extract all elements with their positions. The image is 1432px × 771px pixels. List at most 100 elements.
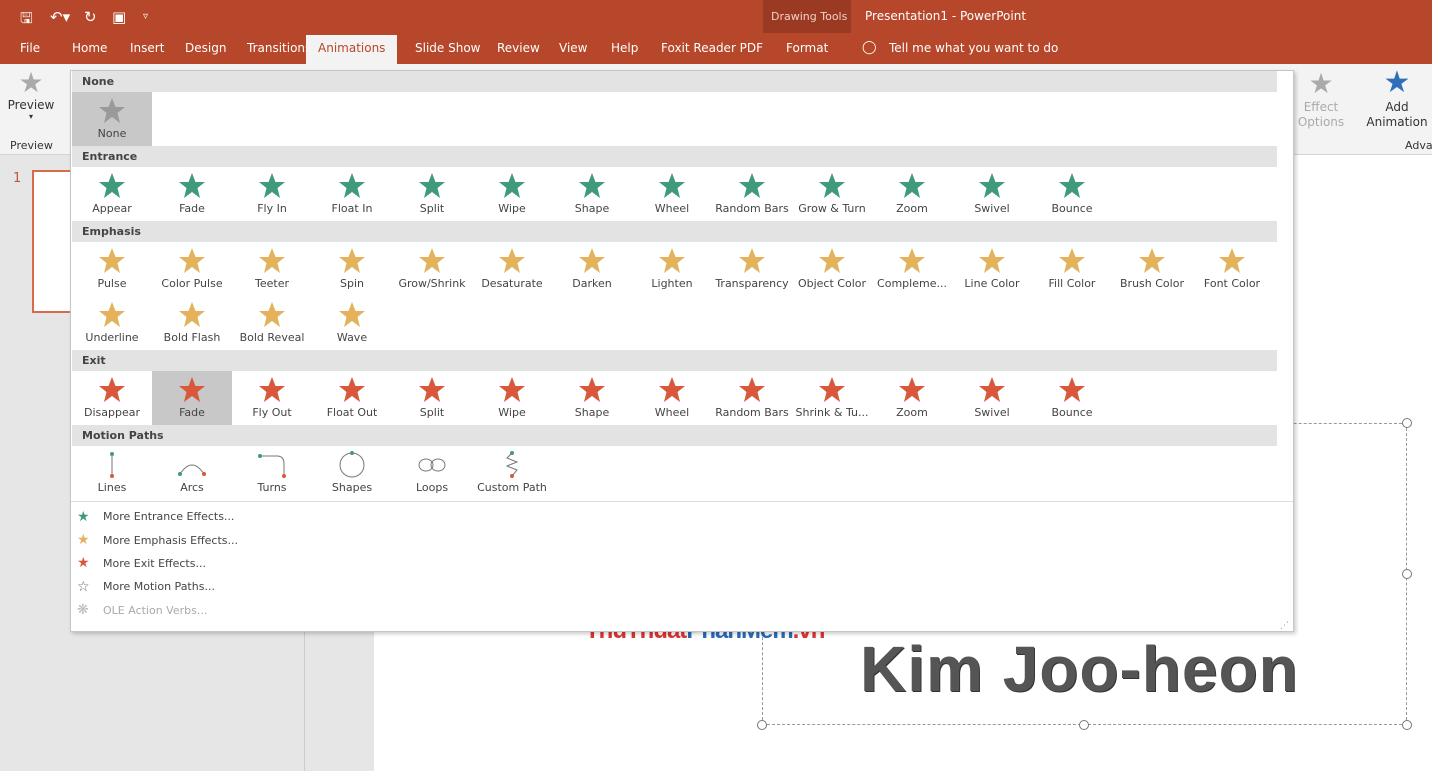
exit-effect-wipe[interactable]: Wipe	[472, 371, 552, 425]
exit-effect-fly-out[interactable]: Fly Out	[232, 371, 312, 425]
effect-label: Fly Out	[252, 406, 292, 419]
emphasis-effect-color-pulse[interactable]: Color Pulse	[152, 242, 232, 296]
tab-view[interactable]: View	[559, 41, 587, 55]
motion-effect-arcs[interactable]: Arcs	[152, 446, 232, 500]
effect-label: Fill Color	[1048, 277, 1096, 290]
effect-label: Swivel	[974, 202, 1010, 215]
emphasis-effect-bold-flash[interactable]: Bold Flash	[152, 296, 232, 350]
emphasis-effect-spin[interactable]: Spin	[312, 242, 392, 296]
exit-effect-random-bars[interactable]: Random Bars	[712, 371, 792, 425]
entrance-effect-appear[interactable]: Appear	[72, 167, 152, 221]
menu-item-more-exit-effects[interactable]: ★ More Exit Effects...	[71, 552, 1293, 575]
tell-me-input[interactable]: Tell me what you want to do	[889, 41, 1058, 55]
emphasis-effect-line-color[interactable]: Line Color	[952, 242, 1032, 296]
emphasis-effect-lighten[interactable]: Lighten	[632, 242, 712, 296]
emphasis-effect-grow-shrink[interactable]: Grow/Shrink	[392, 242, 472, 296]
entrance-effect-bounce[interactable]: Bounce	[1032, 167, 1112, 221]
tab-help[interactable]: Help	[611, 41, 638, 55]
motion-effect-custom-path[interactable]: Custom Path	[472, 446, 552, 500]
effect-label: Fade	[179, 202, 205, 215]
menu-item-more-entrance-effects[interactable]: ★ More Entrance Effects...	[71, 505, 1293, 528]
add-animation-button[interactable]: ★ Add Animation	[1362, 66, 1432, 130]
emphasis-effect-transparency[interactable]: Transparency	[712, 242, 792, 296]
effect-label: Split	[419, 202, 445, 215]
slide-title-text[interactable]: Kim Joo-heon	[860, 632, 1299, 706]
resize-handle[interactable]	[1402, 569, 1412, 579]
entrance-effect-fade[interactable]: Fade	[152, 167, 232, 221]
present-icon[interactable]: ▣	[112, 8, 126, 26]
entrance-effect-grow-turn[interactable]: Grow & Turn	[792, 167, 872, 221]
emphasis-effect-bold-reveal[interactable]: Bold Reveal	[232, 296, 312, 350]
exit-effect-wheel[interactable]: Wheel	[632, 371, 712, 425]
preview-button[interactable]: ★ Preview ▾	[6, 68, 56, 122]
tab-format[interactable]: Format	[786, 41, 828, 55]
none-effect-none[interactable]: None	[72, 92, 152, 146]
entrance-effect-random-bars[interactable]: Random Bars	[712, 167, 792, 221]
menu-item-more-motion-paths[interactable]: ☆ More Motion Paths...	[71, 575, 1293, 598]
exit-effect-shrink-tu[interactable]: Shrink & Tu...	[792, 371, 872, 425]
effect-options-button[interactable]: ★ Effect Options	[1294, 68, 1348, 130]
motion-effect-turns[interactable]: Turns	[232, 446, 312, 500]
tab-design[interactable]: Design	[185, 41, 226, 55]
emphasis-effect-underline[interactable]: Underline	[72, 296, 152, 350]
effect-label: Lines	[97, 481, 127, 494]
entrance-effect-shape[interactable]: Shape	[552, 167, 632, 221]
exit-effect-swivel[interactable]: Swivel	[952, 371, 1032, 425]
title-bar: 🖫 ↶▾ ↻ ▣ ▿	[0, 0, 1432, 33]
add-animation-star-icon: ★	[1383, 65, 1411, 100]
exit-effect-zoom[interactable]: Zoom	[872, 371, 952, 425]
entrance-effect-swivel[interactable]: Swivel	[952, 167, 1032, 221]
redo-icon[interactable]: ↻	[84, 8, 97, 26]
tab-insert[interactable]: Insert	[130, 41, 164, 55]
tab-foxit-reader-pdf[interactable]: Foxit Reader PDF	[661, 41, 763, 55]
exit-effect-float-out[interactable]: Float Out	[312, 371, 392, 425]
entrance-effect-icon	[899, 173, 925, 198]
resize-handle[interactable]	[1402, 720, 1412, 730]
tab-animations[interactable]: Animations	[306, 35, 398, 64]
customize-icon[interactable]: ▿	[143, 11, 148, 22]
emphasis-effect-font-color[interactable]: Font Color	[1192, 242, 1272, 296]
emphasis-effect-fill-color[interactable]: Fill Color	[1032, 242, 1112, 296]
entrance-effect-icon	[739, 173, 765, 198]
tab-home[interactable]: Home	[72, 41, 107, 55]
entrance-effect-wipe[interactable]: Wipe	[472, 167, 552, 221]
effect-label: Brush Color	[1120, 277, 1184, 290]
motion-effect-shapes[interactable]: Shapes	[312, 446, 392, 500]
emphasis-effect-compleme[interactable]: Compleme...	[872, 242, 952, 296]
resize-handle[interactable]	[757, 720, 767, 730]
emphasis-effect-teeter[interactable]: Teeter	[232, 242, 312, 296]
motion-effect-loops[interactable]: Loops	[392, 446, 472, 500]
exit-effect-disappear[interactable]: Disappear	[72, 371, 152, 425]
exit-effect-fade[interactable]: Fade	[152, 371, 232, 425]
tab-review[interactable]: Review	[497, 41, 540, 55]
exit-effect-bounce[interactable]: Bounce	[1032, 371, 1112, 425]
entrance-effect-float-in[interactable]: Float In	[312, 167, 392, 221]
gallery-row: Appear Fade Fly In Float In Split Wipe Shape Wh…	[71, 167, 1293, 221]
emphasis-effect-desaturate[interactable]: Desaturate	[472, 242, 552, 296]
emphasis-effect-darken[interactable]: Darken	[552, 242, 632, 296]
resize-grip-icon[interactable]: ⋰	[1280, 621, 1289, 631]
exit-effect-shape[interactable]: Shape	[552, 371, 632, 425]
entrance-effect-zoom[interactable]: Zoom	[872, 167, 952, 221]
menu-item-more-emphasis-effects[interactable]: ★ More Emphasis Effects...	[71, 528, 1293, 551]
entrance-effect-wheel[interactable]: Wheel	[632, 167, 712, 221]
tab-transitions[interactable]: Transitions	[247, 41, 311, 55]
motion-effect-lines[interactable]: Lines	[72, 446, 152, 500]
entrance-effect-fly-in[interactable]: Fly In	[232, 167, 312, 221]
save-icon[interactable]: 🖫	[20, 8, 33, 33]
exit-effect-split[interactable]: Split	[392, 371, 472, 425]
resize-handle[interactable]	[1402, 418, 1412, 428]
resize-handle[interactable]	[1079, 720, 1089, 730]
more-effects-menu: ★ More Entrance Effects... ★ More Emphasis …	[71, 501, 1293, 622]
undo-icon[interactable]: ↶▾	[50, 8, 70, 26]
menu-item-label: More Motion Paths...	[103, 580, 215, 594]
motion-effect-icon	[339, 451, 365, 478]
emphasis-effect-object-color[interactable]: Object Color	[792, 242, 872, 296]
emphasis-effect-icon	[99, 302, 125, 327]
tab-slide-show[interactable]: Slide Show	[415, 41, 480, 55]
emphasis-effect-brush-color[interactable]: Brush Color	[1112, 242, 1192, 296]
emphasis-effect-wave[interactable]: Wave	[312, 296, 392, 350]
emphasis-effect-pulse[interactable]: Pulse	[72, 242, 152, 296]
tab-file[interactable]: File	[20, 41, 40, 55]
entrance-effect-split[interactable]: Split	[392, 167, 472, 221]
